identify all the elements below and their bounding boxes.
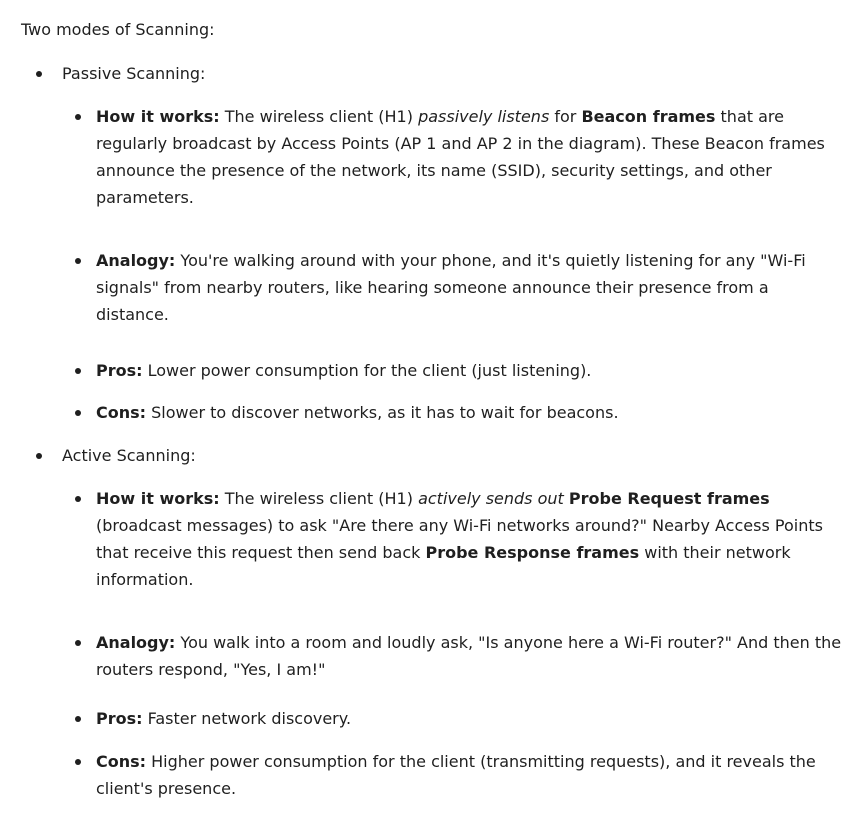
- list-item-active-analogy: Analogy: You walk into a room and loudly…: [75, 629, 844, 683]
- item-text: Faster network discovery.: [142, 709, 352, 728]
- item-label: How it works:: [96, 489, 220, 508]
- bullet-icon: [36, 71, 42, 77]
- item-label: Cons:: [96, 403, 147, 422]
- item-emphasis: passively listens: [418, 107, 550, 126]
- list-item-passive-cons: Cons: Slower to discover networks, as it…: [75, 399, 844, 426]
- item-text: Higher power consumption for the client …: [96, 752, 816, 798]
- passive-scanning-title: Passive Scanning:: [62, 64, 206, 83]
- item-term: Probe Response frames: [425, 543, 640, 562]
- document: Two modes of Scanning: Passive Scanning:…: [0, 0, 855, 827]
- item-emphasis: actively sends out: [418, 489, 564, 508]
- bullet-icon: [36, 453, 42, 459]
- bullet-icon: [75, 410, 81, 416]
- bullet-icon: [75, 640, 81, 646]
- bullet-icon: [75, 368, 81, 374]
- list-item-passive-pros: Pros: Lower power consumption for the cl…: [75, 357, 844, 384]
- list-item-active-pros: Pros: Faster network discovery.: [75, 705, 844, 732]
- bullet-icon: [75, 759, 81, 765]
- item-term: Beacon frames: [581, 107, 716, 126]
- section-heading: Two modes of Scanning:: [21, 20, 215, 39]
- item-text: You walk into a room and loudly ask, "Is…: [96, 633, 842, 679]
- item-text: The wireless client (H1): [219, 489, 419, 508]
- list-item-active-cons: Cons: Higher power consumption for the c…: [75, 748, 844, 802]
- item-text: The wireless client (H1): [219, 107, 419, 126]
- bullet-icon: [75, 496, 81, 502]
- bullet-icon: [75, 114, 81, 120]
- item-label: Analogy:: [96, 251, 176, 270]
- item-label: Analogy:: [96, 633, 176, 652]
- bullet-icon: [75, 716, 81, 722]
- list-item-passive-how: How it works: The wireless client (H1) p…: [75, 103, 844, 211]
- item-label: Pros:: [96, 361, 143, 380]
- item-text: for: [549, 107, 582, 126]
- list-item-passive-analogy: Analogy: You're walking around with your…: [75, 247, 844, 328]
- item-text: Slower to discover networks, as it has t…: [146, 403, 619, 422]
- item-text: You're walking around with your phone, a…: [96, 251, 806, 324]
- item-text: Lower power consumption for the client (…: [142, 361, 592, 380]
- item-label: How it works:: [96, 107, 220, 126]
- active-scanning-title: Active Scanning:: [62, 446, 196, 465]
- list-item-active-how: How it works: The wireless client (H1) a…: [75, 485, 844, 593]
- item-term: Probe Request frames: [568, 489, 770, 508]
- item-label: Cons:: [96, 752, 147, 771]
- item-label: Pros:: [96, 709, 143, 728]
- bullet-icon: [75, 258, 81, 264]
